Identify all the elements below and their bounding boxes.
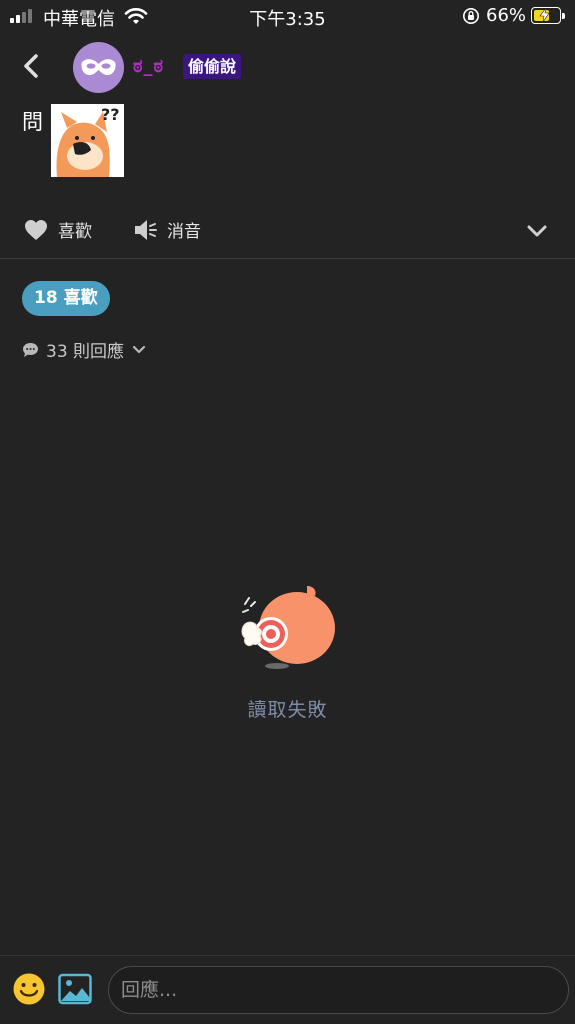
- orientation-lock-icon: [463, 8, 479, 24]
- chevron-down-icon[interactable]: [524, 218, 550, 244]
- divider: [0, 258, 575, 259]
- error-message: 讀取失敗: [247, 699, 328, 721]
- likes-count-badge[interactable]: 18 喜歡: [22, 281, 110, 316]
- fox-thinking-sticker[interactable]: ??: [51, 104, 124, 177]
- battery-percent: 66%: [486, 5, 527, 26]
- mask-icon: [81, 59, 116, 76]
- chevron-down-icon: [132, 345, 146, 353]
- status-bar: 中華電信 下午3:35 66%: [0, 0, 575, 32]
- load-failed-illustration: [241, 586, 335, 669]
- svg-text:??: ??: [101, 105, 120, 124]
- battery-charging-icon: [531, 7, 565, 24]
- back-button[interactable]: [18, 52, 46, 80]
- mute-button[interactable]: 消音: [133, 217, 201, 242]
- emoji-icon[interactable]: [12, 972, 46, 1006]
- heart-icon: [25, 219, 47, 240]
- mute-label: 消音: [167, 222, 201, 242]
- like-label: 喜歡: [58, 222, 92, 242]
- reply-input[interactable]: [108, 966, 569, 1014]
- avatar[interactable]: [73, 42, 124, 93]
- replies-toggle[interactable]: 33 則回應: [22, 337, 147, 362]
- image-icon[interactable]: [58, 972, 92, 1006]
- divider: [0, 955, 575, 956]
- speaker-mute-icon: [135, 219, 157, 240]
- anonymous-tag: 偷偷說: [183, 54, 242, 79]
- author-nickname[interactable]: ಠ_ಠ: [133, 56, 164, 77]
- post-content: 問: [22, 110, 43, 134]
- like-button[interactable]: 喜歡: [24, 217, 92, 242]
- comment-icon: [23, 342, 38, 357]
- replies-count: 33 則回應: [46, 342, 125, 362]
